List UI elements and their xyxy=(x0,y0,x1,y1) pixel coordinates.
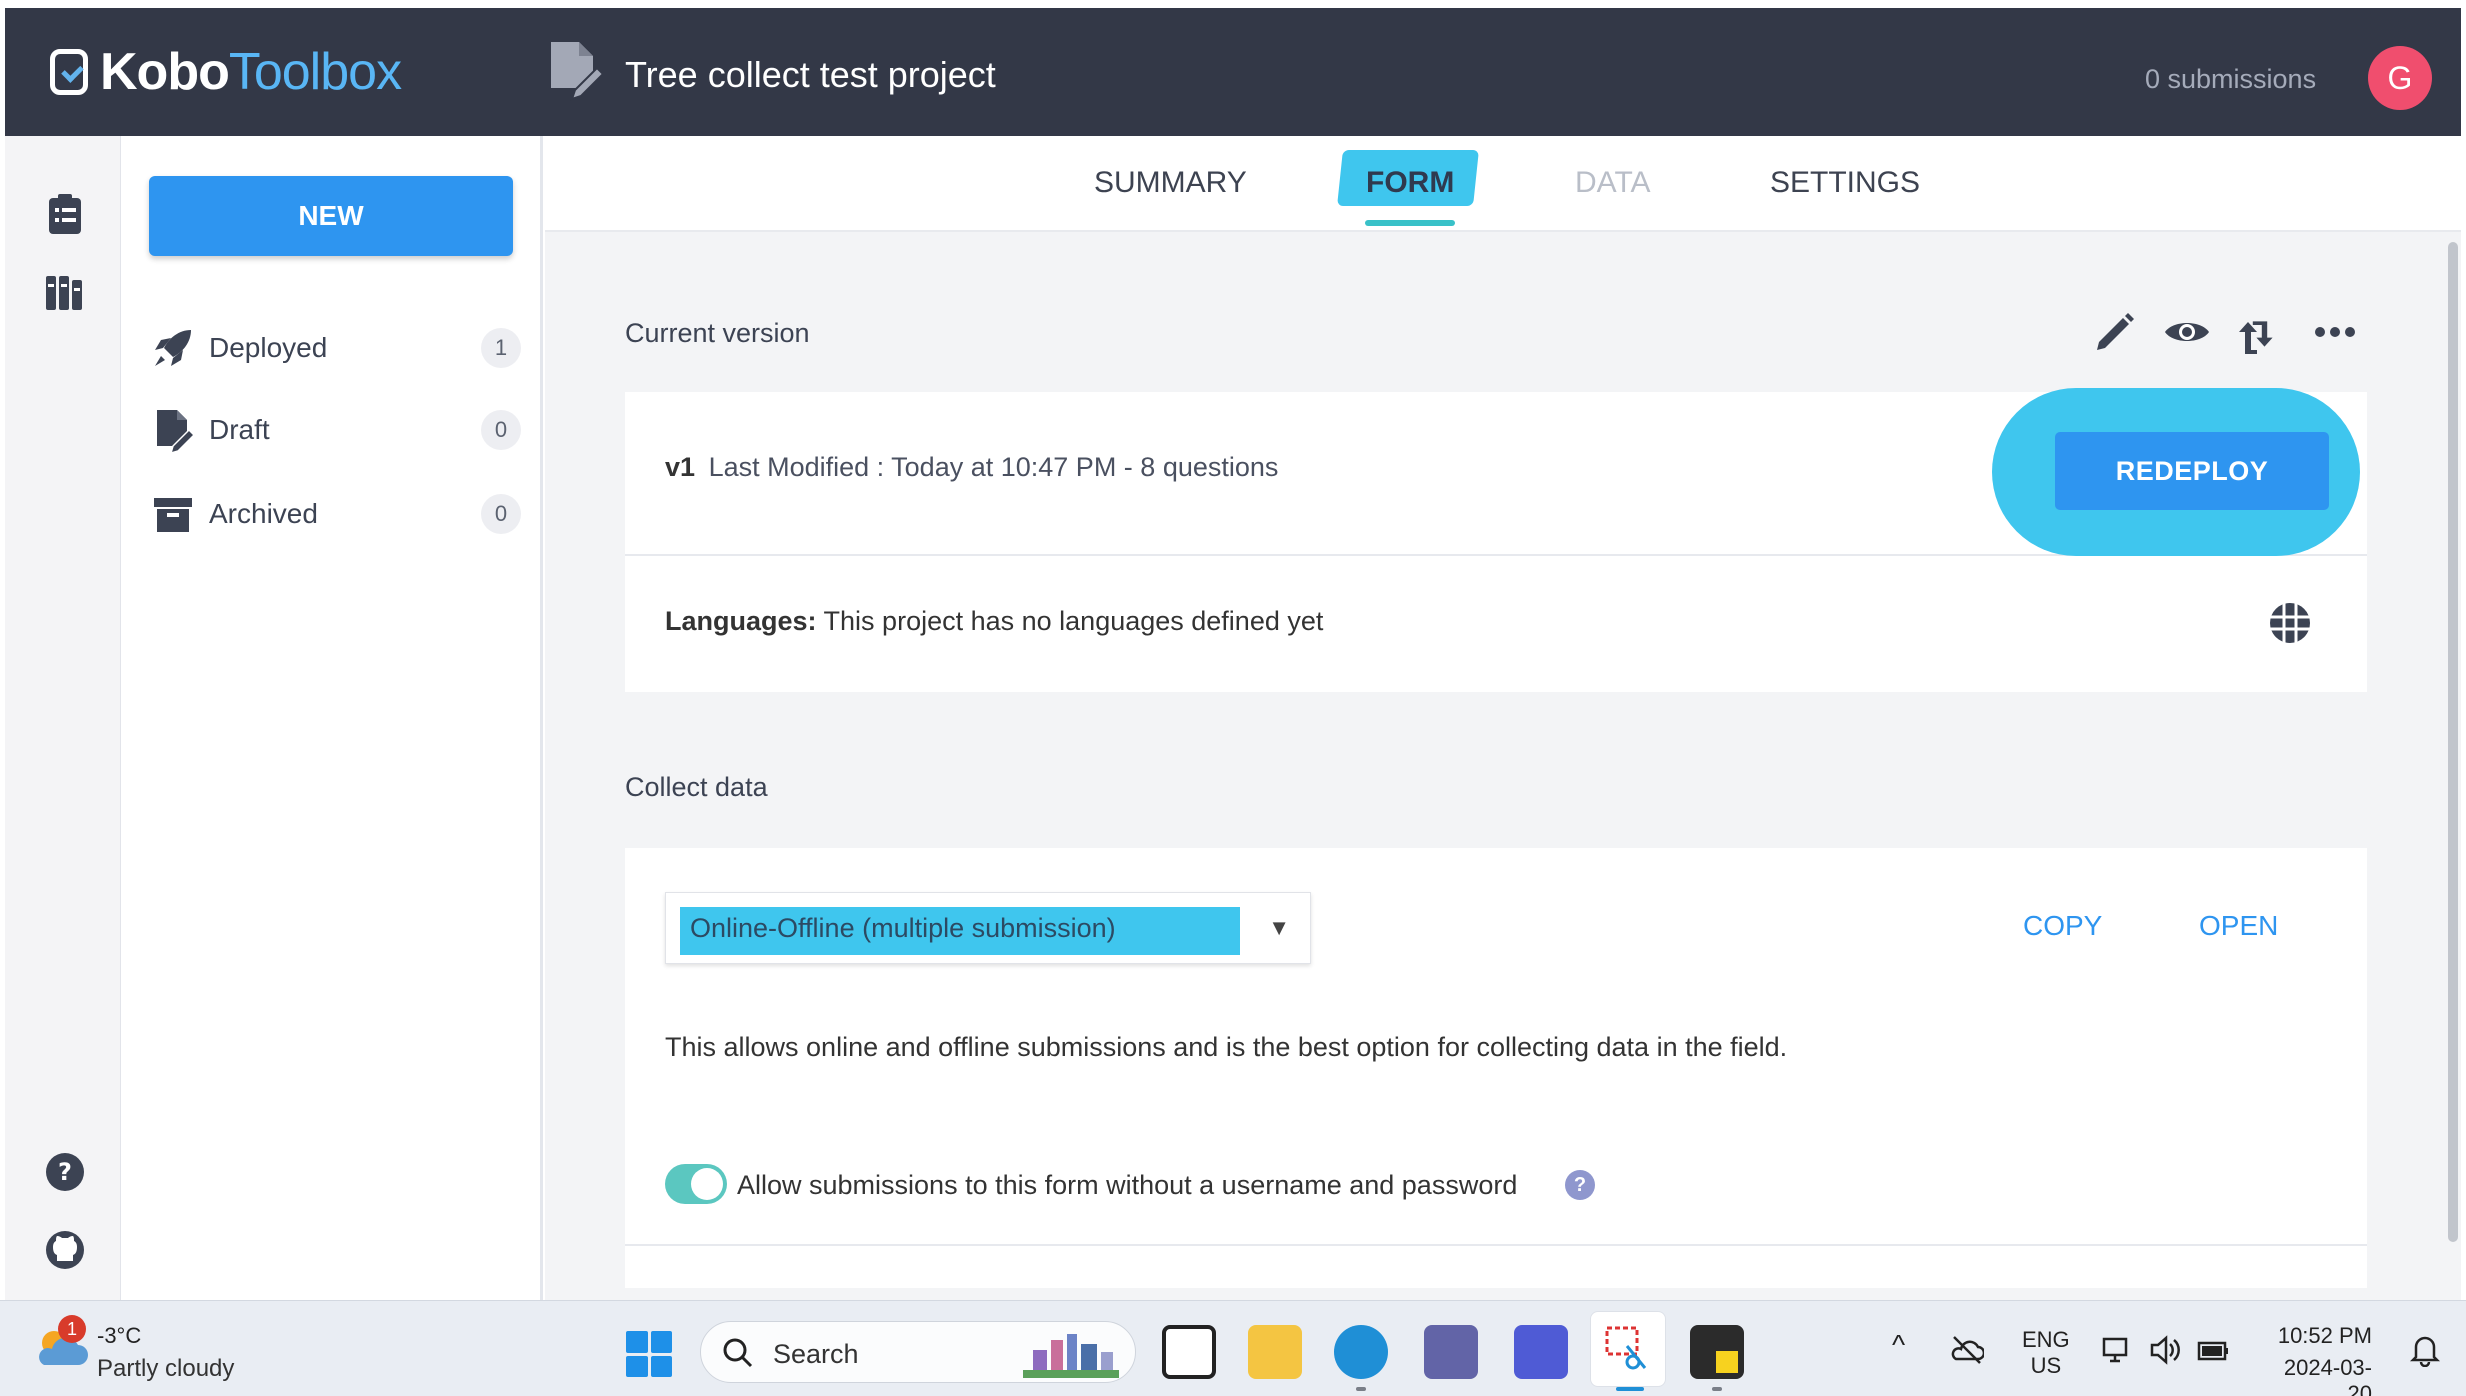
project-tabs: SUMMARY FORM DATA SETTINGS xyxy=(545,136,2461,232)
clock-time: 10:52 PM xyxy=(2277,1323,2372,1348)
snipping-tool-active[interactable] xyxy=(1590,1311,1666,1387)
sidebar-item-label: Draft xyxy=(209,414,270,445)
sticky-notes-icon[interactable] xyxy=(1690,1325,1744,1379)
current-version-title: Current version xyxy=(625,318,810,348)
scrollbar[interactable] xyxy=(2445,232,2461,1300)
count-badge: 0 xyxy=(481,410,521,450)
tab-settings[interactable]: SETTINGS xyxy=(1770,166,1920,200)
battery-icon[interactable] xyxy=(2196,1333,2230,1367)
count-badge: 1 xyxy=(481,328,521,368)
github-icon[interactable] xyxy=(43,1228,87,1272)
left-icon-rail: ? xyxy=(5,136,121,1300)
teams-icon[interactable] xyxy=(1424,1325,1478,1379)
collection-method-select[interactable]: Online-Offline (multiple submission) ▼ xyxy=(665,892,1311,964)
clock-date: 2024-03-20 xyxy=(2283,1355,2372,1396)
windows-taskbar: 1 -3°C Partly cloudy Search ^ ENG US 10:… xyxy=(0,1300,2466,1396)
clock[interactable]: 10:52 PM 2024-03-20 xyxy=(2262,1323,2372,1396)
tab-data[interactable]: DATA xyxy=(1575,166,1651,200)
divider xyxy=(625,1244,2367,1246)
network-icon[interactable] xyxy=(2100,1333,2134,1367)
library-icon[interactable] xyxy=(43,270,87,314)
help-question-icon[interactable]: ? xyxy=(1565,1170,1595,1200)
weather-condition: Partly cloudy xyxy=(97,1355,235,1382)
top-bar: KoboToolbox Tree collect test project 0 … xyxy=(5,8,2461,136)
task-view-icon[interactable] xyxy=(1162,1325,1216,1379)
sidebar: NEW Deployed 1 Draft 0 Archived 0 xyxy=(121,136,543,1300)
search-label: Search xyxy=(773,1339,859,1369)
taskbar-search[interactable]: Search xyxy=(700,1321,1136,1383)
search-icon xyxy=(723,1338,753,1368)
rocket-icon xyxy=(155,330,191,366)
teams-work-icon[interactable] xyxy=(1514,1325,1568,1379)
file-explorer-icon[interactable] xyxy=(1248,1325,1302,1379)
replace-form-icon[interactable] xyxy=(2235,308,2283,356)
onedrive-offline-icon[interactable] xyxy=(1950,1333,1984,1367)
archive-icon xyxy=(154,498,192,532)
notification-badge: 1 xyxy=(58,1315,86,1343)
project-title: Tree collect test project xyxy=(625,54,996,95)
running-indicator xyxy=(1712,1387,1722,1391)
project-form-icon xyxy=(551,42,605,101)
languages-text: This project has no languages defined ye… xyxy=(823,606,1324,636)
collection-description: This allows online and offline submissio… xyxy=(665,1032,1788,1062)
show-hidden-icons-chevron-icon[interactable]: ^ xyxy=(1892,1329,1905,1361)
user-avatar[interactable]: G xyxy=(2368,46,2432,110)
anonymous-submissions-toggle[interactable] xyxy=(665,1164,727,1204)
tab-summary[interactable]: SUMMARY xyxy=(1094,166,1247,200)
sidebar-item-draft[interactable]: Draft 0 xyxy=(151,402,521,458)
logo-mark-icon xyxy=(50,49,88,95)
selected-option: Online-Offline (multiple submission) xyxy=(690,913,1116,943)
projects-icon[interactable] xyxy=(43,192,87,236)
more-options-icon[interactable] xyxy=(2311,308,2359,356)
languages-label: Languages: xyxy=(665,606,817,636)
submissions-count: 0 submissions xyxy=(2145,64,2317,94)
kobotoolbox-logo[interactable]: KoboToolbox xyxy=(50,42,402,102)
language-indicator[interactable]: ENG US xyxy=(2022,1327,2070,1379)
snipping-tool-icon xyxy=(1605,1326,1647,1370)
active-tab-indicator xyxy=(1365,220,1455,226)
search-highlight-art-icon xyxy=(1023,1334,1119,1378)
scrollbar-thumb[interactable] xyxy=(2448,242,2458,1242)
draft-icon xyxy=(157,410,195,452)
edge-browser-icon[interactable] xyxy=(1334,1325,1388,1379)
collect-data-title: Collect data xyxy=(625,772,768,802)
help-icon[interactable]: ? xyxy=(43,1150,87,1194)
copy-link-button[interactable]: COPY xyxy=(2023,910,2102,942)
temperature: -3°C xyxy=(97,1323,142,1348)
sidebar-item-deployed[interactable]: Deployed 1 xyxy=(151,320,521,376)
toggle-knob xyxy=(691,1168,723,1200)
new-project-button[interactable]: NEW xyxy=(149,176,513,256)
sidebar-item-label: Deployed xyxy=(209,332,328,363)
edit-pencil-icon[interactable] xyxy=(2091,308,2139,356)
active-indicator xyxy=(1616,1387,1644,1391)
running-indicator xyxy=(1356,1387,1366,1391)
windows-start-icon[interactable] xyxy=(626,1331,672,1377)
sidebar-item-label: Archived xyxy=(209,498,318,529)
tab-form[interactable]: FORM xyxy=(1366,166,1454,200)
svg-text:?: ? xyxy=(58,1158,72,1186)
preview-eye-icon[interactable] xyxy=(2163,308,2211,356)
volume-icon[interactable] xyxy=(2148,1333,2182,1367)
open-link-button[interactable]: OPEN xyxy=(2199,910,2278,942)
main-content: SUMMARY FORM DATA SETTINGS Current versi… xyxy=(545,136,2461,1300)
dropdown-caret-icon: ▼ xyxy=(1268,915,1290,940)
anonymous-submissions-label: Allow submissions to this form without a… xyxy=(737,1170,1518,1200)
logo-text-kobo: Kobo xyxy=(100,43,230,101)
logo-text-toolbox: Toolbox xyxy=(228,43,402,101)
redeploy-button[interactable]: REDEPLOY xyxy=(2055,432,2329,510)
version-number: v1 xyxy=(665,452,696,482)
globe-icon[interactable] xyxy=(2267,600,2313,646)
notification-bell-icon[interactable] xyxy=(2408,1333,2442,1367)
last-modified-text: Last Modified : Today at 10:47 PM - 8 qu… xyxy=(708,452,1279,482)
sidebar-item-archived[interactable]: Archived 0 xyxy=(151,486,521,542)
count-badge: 0 xyxy=(481,494,521,534)
